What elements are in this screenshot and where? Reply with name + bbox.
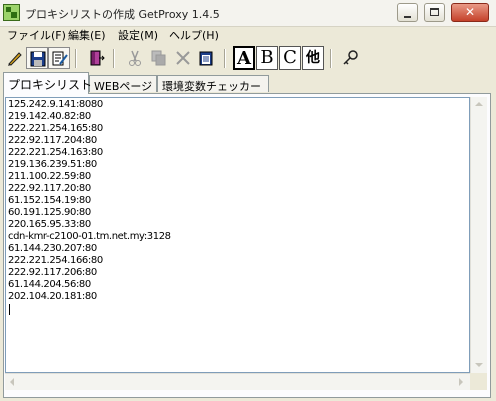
maximize-button[interactable]: [424, 3, 445, 22]
scroll-up-icon[interactable]: [475, 102, 483, 106]
scroll-down-icon[interactable]: [475, 363, 483, 367]
toolbar: A B C 他: [0, 44, 496, 72]
app-window: プロキシリストの作成 GetProxy 1.4.5 ✕ ファイル(F) 編集(E…: [0, 0, 496, 401]
scroll-left-icon[interactable]: [10, 378, 14, 386]
list-item: 219.136.239.51:80: [8, 159, 97, 170]
list-item: 222.221.254.166:80: [8, 255, 103, 266]
text-caret: [9, 304, 10, 315]
app-icon[interactable]: [3, 4, 20, 21]
copy-icon[interactable]: [148, 47, 170, 69]
list-item: 211.100.22.59:80: [8, 171, 91, 182]
list-item: 220.165.95.33:80: [8, 219, 91, 230]
title-bar[interactable]: プロキシリストの作成 GetProxy 1.4.5 ✕: [0, 0, 496, 27]
tab-proxy-list[interactable]: プロキシリスト: [3, 72, 92, 94]
exit-icon[interactable]: [86, 47, 108, 69]
key-icon[interactable]: [340, 47, 362, 69]
mode-a-button[interactable]: A: [233, 46, 255, 70]
list-item: 222.221.254.165:80: [8, 123, 103, 134]
list-item: 125.242.9.141:8080: [8, 99, 103, 110]
proxy-list-textarea[interactable]: 125.242.9.141:8080 219.142.40.82:80 222.…: [5, 97, 470, 373]
tab-web-page[interactable]: WEBページ: [89, 75, 157, 93]
cut-icon[interactable]: [124, 47, 146, 69]
menu-file[interactable]: ファイル(F): [7, 27, 66, 43]
list-item: 222.92.117.204:80: [8, 135, 97, 146]
close-button[interactable]: ✕: [451, 3, 489, 22]
menu-bar: ファイル(F) 編集(E) 設定(M) ヘルプ(H): [0, 26, 496, 44]
scroll-right-icon[interactable]: [459, 378, 463, 386]
horizontal-scrollbar[interactable]: [5, 373, 470, 390]
list-item: 60.191.125.90:80: [8, 207, 91, 218]
list-item: 222.92.117.20:80: [8, 183, 91, 194]
list-item: 222.92.117.206:80: [8, 267, 97, 278]
close-icon: ✕: [464, 5, 476, 19]
vertical-scrollbar[interactable]: [470, 97, 487, 373]
scrollbar-corner: [470, 373, 487, 390]
mode-other-button[interactable]: 他: [302, 46, 324, 70]
list-item: 61.152.154.19:80: [8, 195, 91, 206]
list-item: 61.144.230.207:80: [8, 243, 97, 254]
list-item: 222.221.254.163:80: [8, 147, 103, 158]
pen-icon[interactable]: [4, 47, 26, 69]
minimize-button[interactable]: [397, 3, 418, 22]
edit-icon[interactable]: [48, 47, 70, 69]
list-item: 219.142.40.82:80: [8, 111, 91, 122]
list-item: 202.104.20.181:80: [8, 291, 97, 302]
list-item: cdn-kmr-c2100-01.tm.net.my:3128: [8, 231, 171, 242]
menu-edit[interactable]: 編集(E): [68, 27, 106, 43]
paste-icon[interactable]: [195, 47, 217, 69]
tab-env-checker[interactable]: 環境変数チェッカー: [157, 75, 269, 93]
list-item: 61.144.204.56:80: [8, 279, 91, 290]
menu-help[interactable]: ヘルプ(H): [169, 27, 219, 43]
menu-settings[interactable]: 設定(M): [118, 27, 158, 43]
mode-c-button[interactable]: C: [279, 46, 301, 70]
tab-bar: プロキシリスト WEBページ 環境変数チェッカー: [0, 72, 496, 94]
delete-icon[interactable]: [172, 47, 194, 69]
mode-b-button[interactable]: B: [256, 46, 278, 70]
save-icon[interactable]: [26, 47, 48, 69]
window-title: プロキシリストの作成 GetProxy 1.4.5: [25, 8, 220, 21]
